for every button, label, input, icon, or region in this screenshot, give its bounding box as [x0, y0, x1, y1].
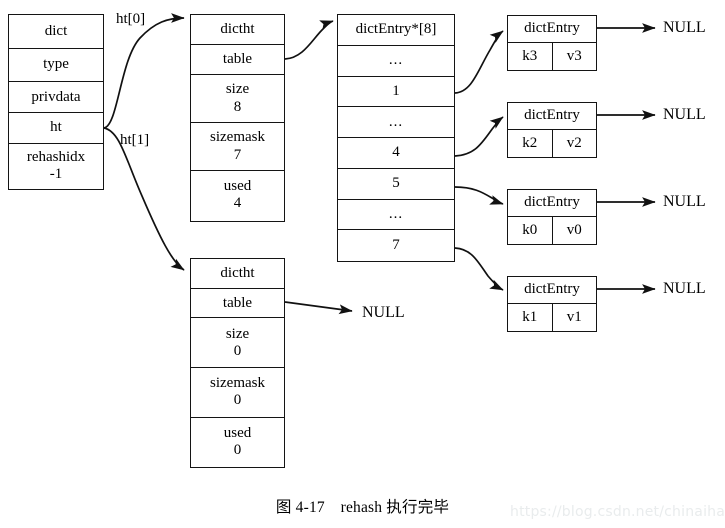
edge-label-ht0: ht[0]: [116, 11, 146, 27]
bucket-array-header: dictEntry*[8]: [338, 15, 454, 46]
ht1-label-table: table: [222, 294, 253, 311]
ht0-value-size: 8: [233, 98, 242, 115]
dict-entry-node-0: dictEntry k3 v3: [507, 15, 597, 71]
entry-0-value: v3: [566, 47, 582, 64]
edge-slot4-entry-k2: [454, 116, 504, 157]
entry-2-key: k0: [508, 216, 553, 244]
entry-3-value: v1: [566, 308, 582, 325]
edge-slot5-entry-k0: [454, 186, 504, 205]
ht0-row-table: table: [191, 45, 284, 75]
dict-row-dict: dict: [9, 15, 103, 49]
ht0-label-used: used: [223, 177, 252, 194]
edge-ht1-table-null: [284, 301, 353, 315]
ht1-value-size: 0: [233, 342, 242, 359]
entry-2-next-null: NULL: [663, 193, 706, 210]
watermark: https://blog.csdn.net/chinaihai: [510, 504, 725, 520]
dict-label-dict: dict: [44, 22, 68, 39]
edge-dict-ht1: [103, 127, 185, 271]
entry-3-key: k1: [508, 303, 553, 331]
bucket-slot-5: ...: [338, 200, 454, 231]
edge-slot1-entry-k3: [454, 30, 504, 94]
ht1-label-sizemask: sizemask: [210, 375, 265, 392]
dict-row-type: type: [9, 49, 103, 83]
edge-label-ht1: ht[1]: [120, 132, 150, 148]
entry-0-title: dictEntry: [508, 16, 596, 43]
dict-value-rehashidx: -1: [49, 166, 63, 183]
dict-entry-node-3: dictEntry k1 v1: [507, 276, 597, 332]
dict-label-type: type: [43, 56, 69, 73]
ht0-row-used: used 4: [191, 171, 284, 219]
entry-3-next-null: NULL: [663, 280, 706, 297]
entry-2-kv: k0 v0: [508, 216, 596, 244]
bucket-slot-1-label: 1: [392, 82, 400, 99]
entry-2-title: dictEntry: [508, 190, 596, 217]
bucket-slot-1: 1: [338, 77, 454, 108]
bucket-slot-0: ...: [338, 46, 454, 77]
ht1-row-used: used 0: [191, 418, 284, 468]
ht0-value-sizemask: 7: [233, 146, 242, 163]
dict-row-ht: ht: [9, 113, 103, 144]
ht1-label-size: size: [225, 325, 250, 342]
entry-1-key: k2: [508, 129, 553, 157]
dict-entry-node-2: dictEntry k0 v0: [507, 189, 597, 245]
bucket-slot-6-label: 7: [392, 237, 400, 254]
dict-label-privdata: privdata: [31, 88, 81, 105]
bucket-slot-5-label: ...: [388, 205, 404, 222]
edge-ht0-table-array: [284, 20, 334, 60]
entry-3-kv: k1 v1: [508, 303, 596, 331]
bucket-slot-6: 7: [338, 230, 454, 261]
ht1-value-used: 0: [233, 442, 242, 459]
ht1-table-null-label: NULL: [362, 304, 405, 321]
bucket-array: dictEntry*[8] ... 1 ... 4 5 ... 7: [337, 14, 455, 262]
bucket-array-header-label: dictEntry*[8]: [355, 21, 437, 38]
dict-row-rehashidx: rehashidx -1: [9, 144, 103, 189]
ht1-row-sizemask: sizemask 0: [191, 368, 284, 418]
bucket-slot-0-label: ...: [388, 52, 404, 69]
entry-1-kv: k2 v2: [508, 129, 596, 157]
dict-label-rehashidx: rehashidx: [26, 149, 86, 166]
dictht-ht1-struct: dictht table size 0 sizemask 0 used 0: [190, 258, 285, 468]
entry-2-value: v0: [566, 221, 582, 238]
ht1-row-size: size 0: [191, 318, 284, 368]
entry-1-value: v2: [566, 134, 582, 151]
bucket-slot-2: ...: [338, 107, 454, 138]
dict-struct: dict type privdata ht rehashidx -1: [8, 14, 104, 190]
ht0-label-table: table: [222, 50, 253, 67]
ht1-row-title: dictht: [191, 259, 284, 289]
entry-0-kv: k3 v3: [508, 42, 596, 70]
entry-1-title: dictEntry: [508, 103, 596, 130]
ht0-row-size: size 8: [191, 75, 284, 123]
entry-0-next-null: NULL: [663, 19, 706, 36]
edge-slot7-entry-k1: [454, 247, 504, 291]
bucket-slot-4-label: 5: [392, 175, 400, 192]
ht1-label-dictht: dictht: [220, 264, 255, 281]
ht0-row-sizemask: sizemask 7: [191, 123, 284, 171]
ht0-label-dictht: dictht: [220, 20, 255, 37]
ht0-row-title: dictht: [191, 15, 284, 45]
dict-entry-node-1: dictEntry k2 v2: [507, 102, 597, 158]
ht1-label-used: used: [223, 425, 252, 442]
bucket-slot-2-label: ...: [388, 113, 404, 130]
bucket-slot-3-label: 4: [392, 144, 400, 161]
dict-row-privdata: privdata: [9, 82, 103, 113]
ht1-value-sizemask: 0: [233, 392, 242, 409]
ht0-value-used: 4: [233, 195, 242, 211]
ht0-label-size: size: [225, 81, 250, 98]
bucket-slot-3: 4: [338, 138, 454, 169]
diagram-canvas: dict type privdata ht rehashidx -1 ht[0]…: [0, 0, 725, 528]
ht0-label-sizemask: sizemask: [210, 129, 265, 146]
edge-dict-ht0: [103, 13, 185, 129]
dict-label-ht: ht: [50, 119, 62, 136]
bucket-slot-4: 5: [338, 169, 454, 200]
entry-0-key: k3: [508, 42, 553, 70]
entry-1-next-null: NULL: [663, 106, 706, 123]
ht1-row-table: table: [191, 289, 284, 319]
entry-3-title: dictEntry: [508, 277, 596, 304]
dictht-ht0-struct: dictht table size 8 sizemask 7 used 4: [190, 14, 285, 222]
